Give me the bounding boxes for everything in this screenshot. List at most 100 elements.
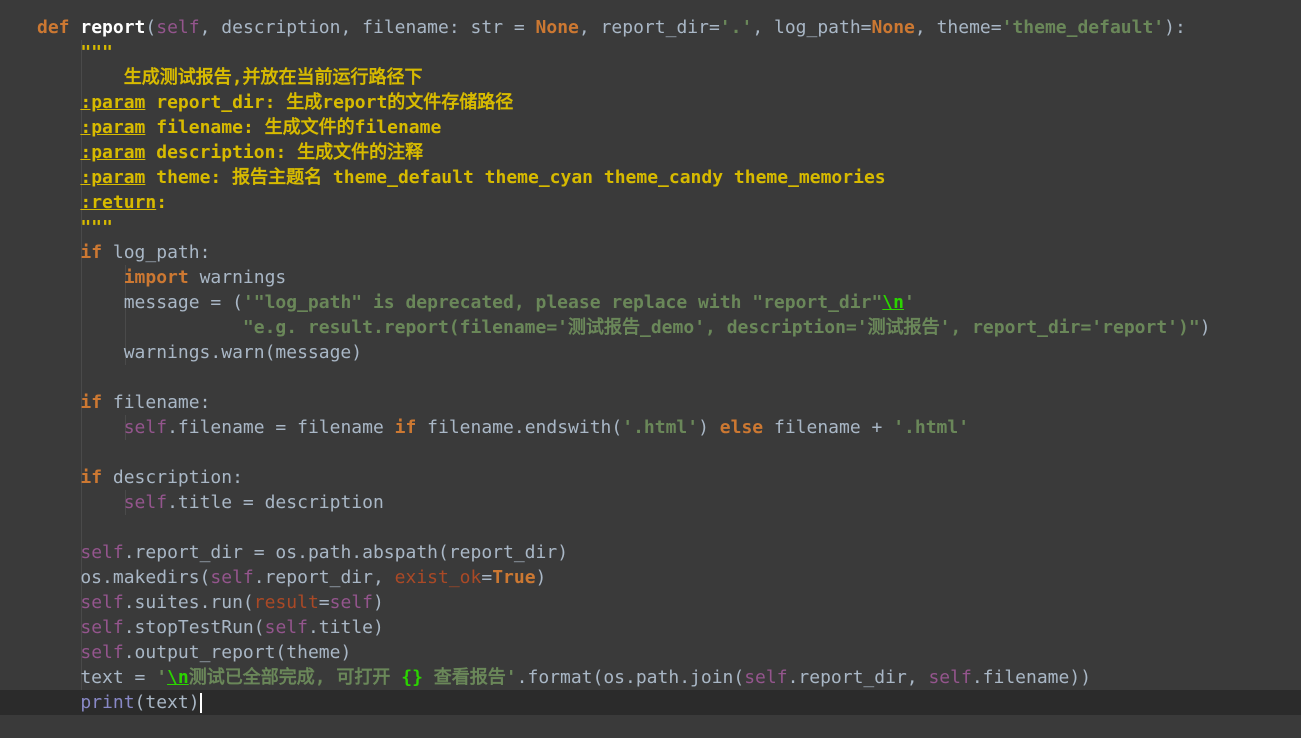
- code-token: .filename = filename: [167, 417, 395, 438]
- code-token: theme: [145, 167, 211, 188]
- code-token: =: [481, 567, 493, 588]
- code-line[interactable]: :return:: [0, 190, 1301, 215]
- code-line[interactable]: os.makedirs(self.report_dir, exist_ok=Tr…: [0, 565, 1301, 590]
- code-line[interactable]: message = ('"log_path" is deprecated, pl…: [0, 290, 1301, 315]
- code-token: result: [253, 592, 319, 613]
- code-token: '.html': [893, 417, 970, 438]
- code-line[interactable]: [0, 440, 1301, 465]
- code-line[interactable]: self.output_report(theme): [0, 640, 1301, 665]
- code-line[interactable]: :param report_dir: 生成report的文件存储路径: [0, 90, 1301, 115]
- code-token: .report_dir,: [787, 667, 929, 688]
- code-token: 生成测试报告,并放在当前运行路径下: [37, 67, 423, 88]
- code-editor[interactable]: def report(self, description, filename: …: [0, 0, 1301, 738]
- code-token: :return: [80, 192, 157, 213]
- code-token: def: [37, 17, 70, 38]
- code-token: self: [80, 592, 124, 613]
- code-token: '.html': [622, 417, 699, 438]
- code-line[interactable]: warnings.warn(message): [0, 340, 1301, 365]
- code-token: .report_dir,: [253, 567, 395, 588]
- code-line[interactable]: :param filename: 生成文件的filename: [0, 115, 1301, 140]
- code-token: filename: [145, 117, 243, 138]
- code-token: os.makedirs(: [37, 567, 211, 588]
- code-token: filename +: [763, 417, 894, 438]
- code-token: 查看报告': [422, 667, 517, 688]
- code-token: self: [329, 592, 373, 613]
- code-line[interactable]: self.stopTestRun(self.title): [0, 615, 1301, 640]
- code-line[interactable]: self.filename = filename if filename.end…: [0, 415, 1301, 440]
- code-token: ):: [1164, 17, 1186, 38]
- code-token: :param: [80, 142, 146, 163]
- code-line[interactable]: if log_path:: [0, 240, 1301, 265]
- code-line[interactable]: :param description: 生成文件的注释: [0, 140, 1301, 165]
- code-token: self: [123, 417, 168, 438]
- code-token: : 生成report的文件存储路径: [264, 92, 514, 113]
- code-line[interactable]: self.report_dir = os.path.abspath(report…: [0, 540, 1301, 565]
- code-token: :param: [80, 92, 146, 113]
- code-token: : 报告主题名 theme_default theme_cyan theme_c…: [210, 167, 886, 188]
- code-token: .filename)): [971, 667, 1092, 688]
- code-token: =: [318, 592, 330, 613]
- code-token: : 生成文件的filename: [242, 117, 442, 138]
- code-line[interactable]: def report(self, description, filename: …: [0, 15, 1301, 40]
- code-token: :param: [80, 167, 146, 188]
- code-token: 'theme_default': [1001, 17, 1165, 38]
- code-token: \n: [882, 292, 904, 313]
- code-token: None: [535, 17, 579, 38]
- text-cursor: [199, 693, 202, 713]
- code-line-current[interactable]: print(text): [0, 690, 1301, 715]
- code-token: '"log_path" is deprecated, please replac…: [242, 292, 883, 313]
- code-token: True: [492, 567, 536, 588]
- code-line[interactable]: 生成测试报告,并放在当前运行路径下: [0, 65, 1301, 90]
- code-token: if: [394, 417, 417, 438]
- code-token: \n: [167, 667, 189, 688]
- code-token: self: [80, 542, 124, 563]
- code-token: description:: [102, 467, 243, 488]
- code-line[interactable]: self.suites.run(result=self): [0, 590, 1301, 615]
- code-token: message = (: [37, 292, 243, 313]
- code-token: import: [123, 267, 189, 288]
- code-token: , log_path=: [752, 17, 872, 38]
- code-line[interactable]: :param theme: 报告主题名 theme_default theme_…: [0, 165, 1301, 190]
- code-token: ': [156, 667, 168, 688]
- code-token: else: [719, 417, 764, 438]
- code-token: exist_ok: [394, 567, 482, 588]
- code-token: .report_dir = os.path.abspath(report_dir…: [123, 542, 569, 563]
- code-token: self: [80, 617, 124, 638]
- code-line[interactable]: """: [0, 40, 1301, 65]
- code-token: "e.g. result.report(filename='测试报告_demo'…: [242, 317, 1200, 338]
- code-line[interactable]: import warnings: [0, 265, 1301, 290]
- code-token: ): [1199, 317, 1211, 338]
- code-line[interactable]: [0, 365, 1301, 390]
- code-line[interactable]: "e.g. result.report(filename='测试报告_demo'…: [0, 315, 1301, 340]
- code-token: self: [264, 617, 308, 638]
- code-line[interactable]: [0, 515, 1301, 540]
- code-line[interactable]: if filename:: [0, 390, 1301, 415]
- code-token: '.': [719, 17, 753, 38]
- code-line[interactable]: """: [0, 215, 1301, 240]
- code-token: .output_report(theme): [123, 642, 352, 663]
- code-token: warnings: [188, 267, 287, 288]
- code-token: warnings.warn(message): [37, 342, 363, 363]
- code-token: ': [903, 292, 915, 313]
- code-token: ): [373, 592, 384, 613]
- code-token: .title): [307, 617, 384, 638]
- code-line[interactable]: self.title = description: [0, 490, 1301, 515]
- code-line[interactable]: text = '\n测试已全部完成, 可打开 {} 查看报告'.format(o…: [0, 665, 1301, 690]
- code-token: description: [145, 142, 276, 163]
- code-token: (: [145, 17, 157, 38]
- code-line[interactable]: if description:: [0, 465, 1301, 490]
